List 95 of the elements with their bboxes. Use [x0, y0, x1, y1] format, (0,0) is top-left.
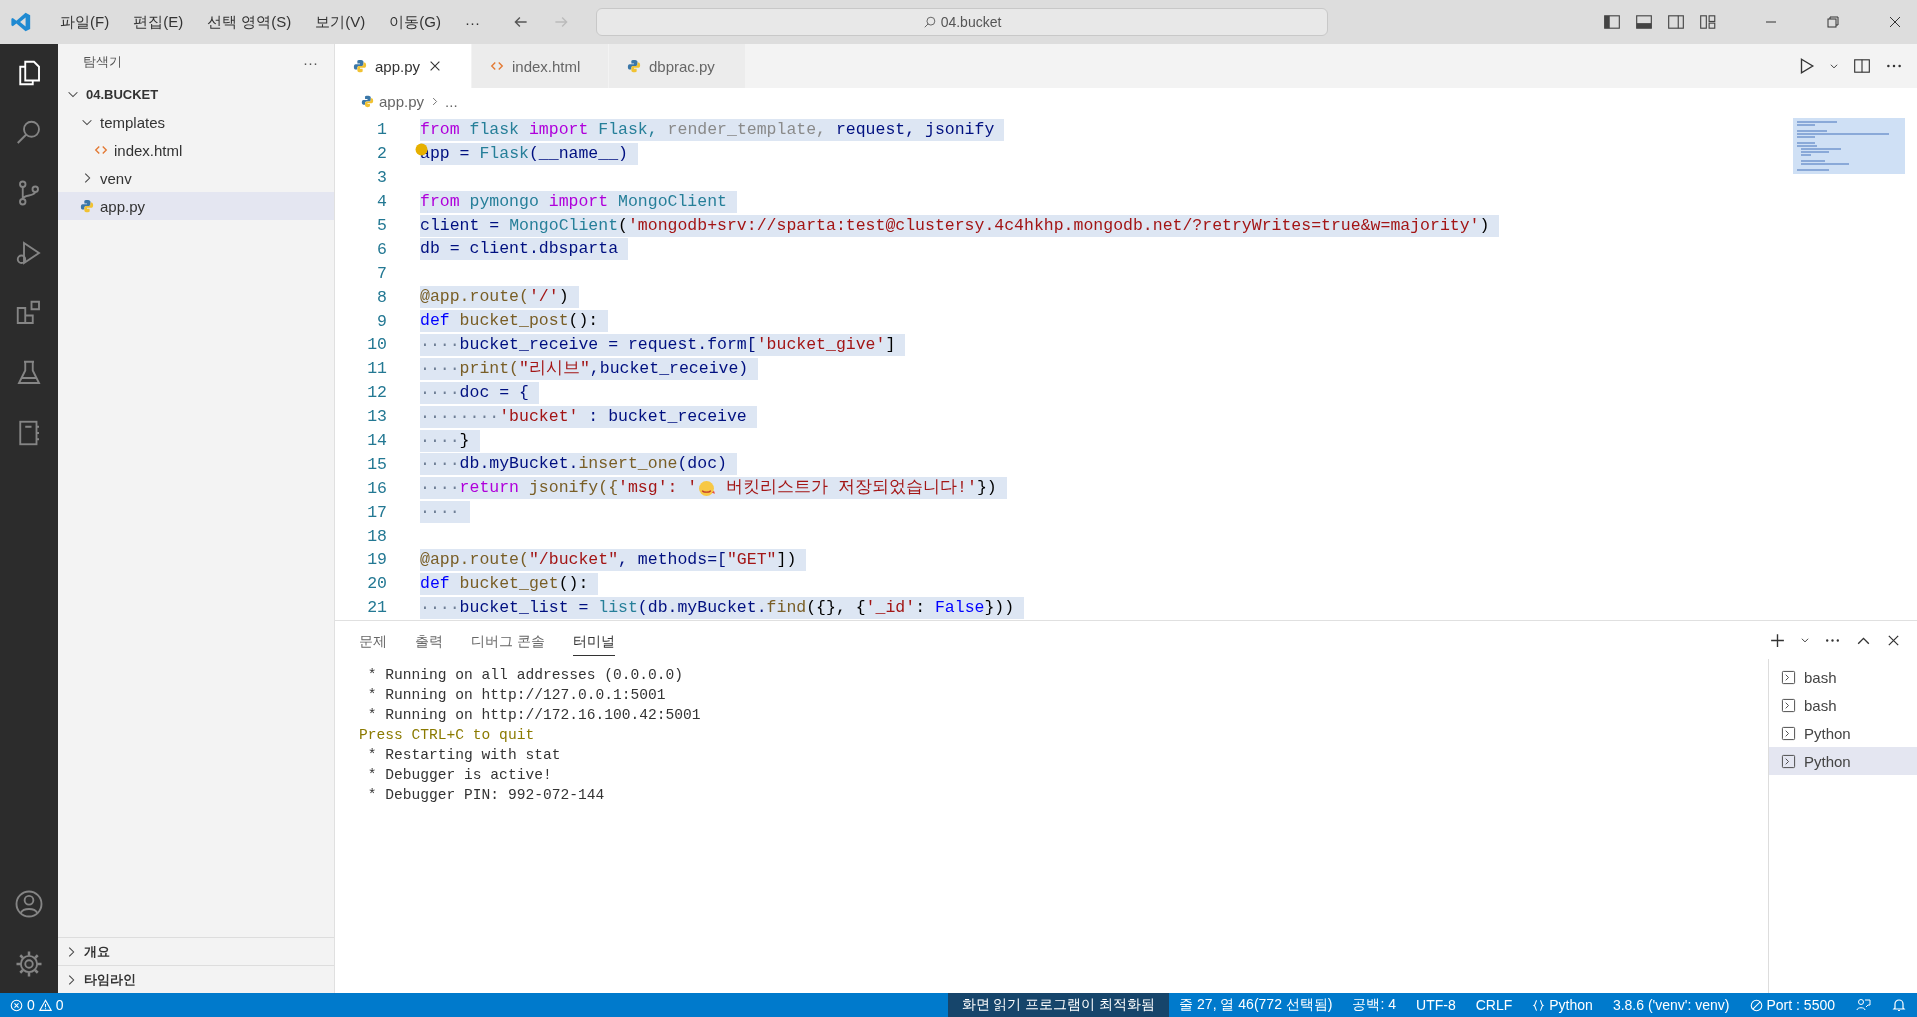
caret-icon[interactable] [1800, 635, 1810, 645]
terminal-session[interactable]: Python [1769, 747, 1917, 775]
menu-item[interactable]: 편집(E) [123, 8, 194, 36]
panel-tab[interactable]: 출력 [415, 624, 443, 656]
terminal-line: * Debugger is active! [366, 767, 553, 785]
menu-item[interactable]: 선택 영역(S) [197, 8, 302, 36]
secondary-sidebar-icon[interactable] [1667, 13, 1685, 31]
port-status[interactable]: Port : 5500 [1739, 993, 1845, 1017]
editor-tab[interactable]: dbprac.py [609, 44, 746, 88]
line-number: 19 [366, 550, 387, 570]
line-number: 16 [366, 478, 387, 498]
search-icon [922, 15, 937, 29]
close-icon[interactable] [1887, 14, 1903, 30]
python-file-icon [353, 59, 367, 73]
bell-icon[interactable] [1891, 997, 1907, 1013]
status-item[interactable]: 화면 읽기 프로그램이 최적화됨 [947, 993, 1170, 1017]
terminal-icon [1781, 669, 1796, 685]
line-number: 13 [366, 407, 387, 427]
code-file-icon [490, 59, 504, 73]
terminal-icon [1781, 725, 1796, 741]
status-item[interactable]: 줄 27, 열 46(772 선택됨) [1169, 993, 1343, 1017]
editor-tab[interactable]: index.html [472, 44, 609, 88]
terminal-line: * Running on http://127.0.0.1:5001 [366, 687, 667, 705]
search-field[interactable]: 04.bucket [596, 8, 1328, 36]
terminal-session[interactable]: bash [1769, 663, 1917, 691]
sidebar-toggle-icon[interactable] [1603, 13, 1621, 31]
line-number: 9 [376, 311, 387, 331]
caret-icon[interactable] [1829, 61, 1839, 71]
line-number: 10 [366, 335, 387, 355]
status-item[interactable]: 공백: 4 [1342, 993, 1407, 1017]
app-logo-icon [10, 11, 32, 33]
line-number: 5 [376, 216, 387, 235]
tree-item[interactable]: templates [58, 108, 334, 136]
blocked-icon [1749, 998, 1763, 1012]
section-header[interactable]: 개요 [58, 937, 334, 965]
line-number: 4 [376, 192, 387, 212]
settings-icon[interactable] [14, 949, 44, 979]
line-number: 2 [376, 144, 387, 164]
line-number: 6 [376, 239, 387, 259]
menu-item[interactable]: 보기(V) [305, 8, 376, 36]
python-file-icon [627, 59, 641, 73]
panel-toggle-icon[interactable] [1635, 13, 1653, 31]
python-file-icon [80, 199, 94, 213]
error-icon [10, 998, 23, 1012]
line-number: 20 [366, 574, 387, 594]
line-number: 12 [366, 383, 387, 403]
menu-item[interactable]: 이동(G) [379, 8, 451, 36]
status-item[interactable]: 3.8.6 ('venv': venv) [1602, 993, 1740, 1017]
python-file-icon [361, 94, 374, 108]
terminal-session[interactable]: bash [1769, 691, 1917, 719]
plus-icon[interactable] [1769, 631, 1786, 649]
braces-icon [1532, 998, 1546, 1012]
line-number: 14 [366, 431, 387, 450]
line-number: 21 [366, 598, 387, 618]
line-number: 15 [366, 454, 387, 474]
line-number: 3 [376, 168, 387, 188]
breadcrumb-item[interactable]: ... [445, 92, 458, 110]
panel-tab[interactable]: 터미널 [572, 624, 615, 656]
terminal-icon [1781, 697, 1796, 713]
split-editor-icon[interactable] [1853, 57, 1871, 75]
panel-tab[interactable]: 디버그 콘솔 [471, 624, 545, 656]
terminal-line: * Running on http://172.16.100.42:5001 [366, 707, 702, 725]
line-number: 7 [376, 263, 387, 283]
warning-icon [38, 998, 52, 1012]
terminal-line: * Debugger PIN: 992-072-144 [366, 787, 606, 805]
line-number: 11 [366, 359, 387, 379]
tree-item[interactable]: venv [58, 164, 334, 192]
line-number: 8 [376, 287, 387, 307]
panel-tab[interactable]: 문제 [359, 624, 387, 656]
terminal-session[interactable]: Python [1769, 719, 1917, 747]
tree-item[interactable]: app.py [58, 192, 334, 220]
terminal-line: * Restarting with stat [366, 747, 562, 765]
tree-item[interactable]: index.html [58, 136, 334, 164]
line-number: 17 [366, 502, 387, 522]
editor-tab[interactable]: app.py [335, 44, 472, 88]
problems-status[interactable]: 0 0 [0, 993, 74, 1017]
language-status[interactable]: Python [1522, 993, 1603, 1017]
code-file-icon [94, 143, 108, 157]
restore-icon[interactable] [1825, 14, 1841, 30]
feedback-icon[interactable] [1855, 997, 1871, 1013]
more-button[interactable]: ··· [303, 53, 318, 71]
tree-item[interactable]: 04.BUCKET [58, 80, 334, 108]
layout-icon[interactable] [1699, 13, 1717, 31]
line-number: 1 [376, 120, 387, 140]
terminal-icon [1781, 753, 1796, 769]
menu-item[interactable]: 파일(F) [50, 8, 120, 36]
line-number: 18 [366, 526, 387, 546]
status-item[interactable]: CRLF [1465, 993, 1523, 1017]
status-item[interactable]: UTF-8 [1406, 993, 1466, 1017]
menu-item[interactable]: ··· [455, 9, 490, 35]
sidebar-title: 탐색기 [83, 53, 122, 71]
account-icon[interactable] [14, 889, 44, 919]
terminal-line: Press CTRL+C to quit [359, 727, 536, 745]
terminal-line: * Running on all addresses (0.0.0.0) [366, 667, 685, 685]
breadcrumb-item[interactable]: app.py [379, 92, 425, 110]
